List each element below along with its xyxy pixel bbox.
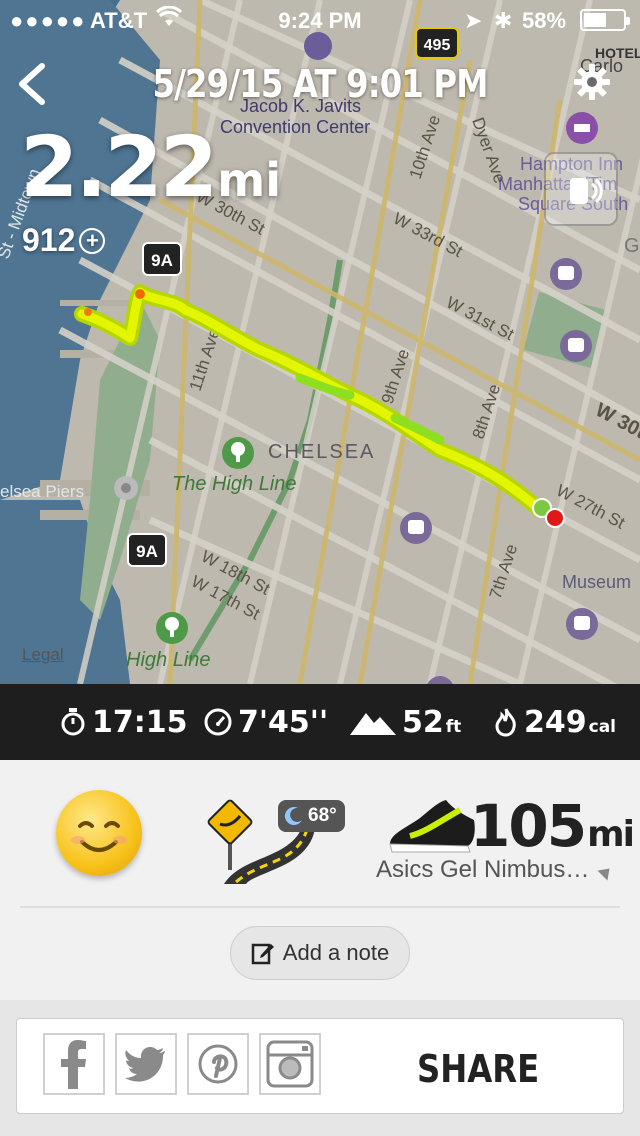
transit-icon [560,330,592,362]
map-label-chelsea: CHELSEA [268,441,375,463]
pinterest-icon [198,1044,238,1084]
route-end-marker [545,508,565,528]
transit-icon [550,258,582,290]
facebook-button[interactable] [43,1033,105,1095]
elevation-stat: 52 ft [350,684,461,760]
transit-icon [400,512,432,544]
duration-value: 17:15 [92,704,188,740]
distance-unit: mi [217,153,281,207]
pinterest-button[interactable] [187,1033,249,1095]
distance-value: 2.22 [20,118,218,216]
battery-percent: 58% [522,8,567,33]
map-label-museum: Museum [562,572,631,592]
duration-stat: 17:15 [60,684,188,760]
poi-icon [114,476,138,500]
shoe-name: Asics Gel Nimbus… [376,856,590,883]
share-button[interactable]: SHARE [417,1047,539,1091]
temperature-badge: 68° [278,800,345,832]
dropdown-arrow-icon [597,863,615,881]
divider [20,906,620,908]
pace-value: 7'45'' [238,704,329,740]
park-icon [156,612,188,644]
route-9a-label-2: 9A [136,542,158,561]
elevation-unit: ft [445,716,462,737]
shoe-miles-unit: mi [587,814,635,855]
add-note-label: Add a note [282,940,390,965]
location-icon: ➤ [464,8,483,33]
shoe-mileage: 105mi [470,792,635,860]
run-details: 68° 105mi Asics Gel Nimbus… Add a note [0,760,640,1000]
stopwatch-icon [61,708,85,736]
park-icon [222,437,254,469]
share-section: SHARE [0,1000,640,1136]
calories-unit: cal [588,716,617,737]
map-label-hotel: HOTEL [595,45,640,61]
smiley-icon[interactable] [56,790,142,876]
calories-stat: 249 cal [494,684,616,760]
hotel-icon [566,112,598,144]
fuel-display[interactable]: 912 + [22,222,106,259]
elevation-value: 52 [402,704,444,740]
add-note-button[interactable]: Add a note [230,926,410,980]
twitter-button[interactable] [115,1033,177,1095]
pace-stat: 7'45'' [204,684,328,760]
temperature-value: 68° [308,805,337,826]
headphones-icon [570,178,603,204]
moon-icon [284,807,302,826]
settings-button[interactable] [572,62,612,102]
page-title: 5/29/15 AT 9:01 PM [152,62,488,106]
shoe-icon[interactable] [386,780,476,860]
twitter-icon [125,1047,165,1082]
bluetooth-icon: ✱ [494,8,513,33]
stats-bar: 17:15 7'45'' 52 ft 249 cal [0,684,640,760]
speedometer-icon [204,708,232,736]
shoe-miles-value: 105 [470,792,587,860]
instagram-button[interactable] [259,1033,321,1095]
status-bar: ●●●●● AT&T 9:24 PM ➤ ✱ 58% [0,0,640,40]
chevron-left-icon [19,63,45,105]
map-label-highline-2: High Line [126,649,211,671]
transit-icon [566,608,598,640]
gear-icon [574,64,610,100]
map-legal-link[interactable]: Legal [22,645,64,665]
map-label-highline: The High Line [172,473,297,495]
share-card: SHARE [16,1018,624,1114]
calories-value: 249 [524,704,587,740]
route-9a-shield: 9A [142,242,182,276]
fuel-plus-icon: + [79,227,106,254]
distance-display: 2.22mi [20,118,281,216]
instagram-icon [266,1040,314,1088]
edit-note-icon [251,943,274,965]
shoe-selector[interactable]: Asics Gel Nimbus… [376,856,615,884]
facebook-icon [61,1040,86,1089]
fuel-value: 912 [22,222,76,258]
route-9a-shield-2: 9A [127,533,167,567]
music-button[interactable] [544,152,618,226]
map-label-g: G [624,235,640,257]
run-map[interactable]: Jacob K. Javits Convention Center Hampto… [0,0,640,684]
battery-icon [580,9,630,31]
flame-icon [495,708,516,737]
mountain-icon [350,713,396,735]
route-9a-label: 9A [151,251,173,270]
map-label-piers: elsea Piers [0,482,84,501]
